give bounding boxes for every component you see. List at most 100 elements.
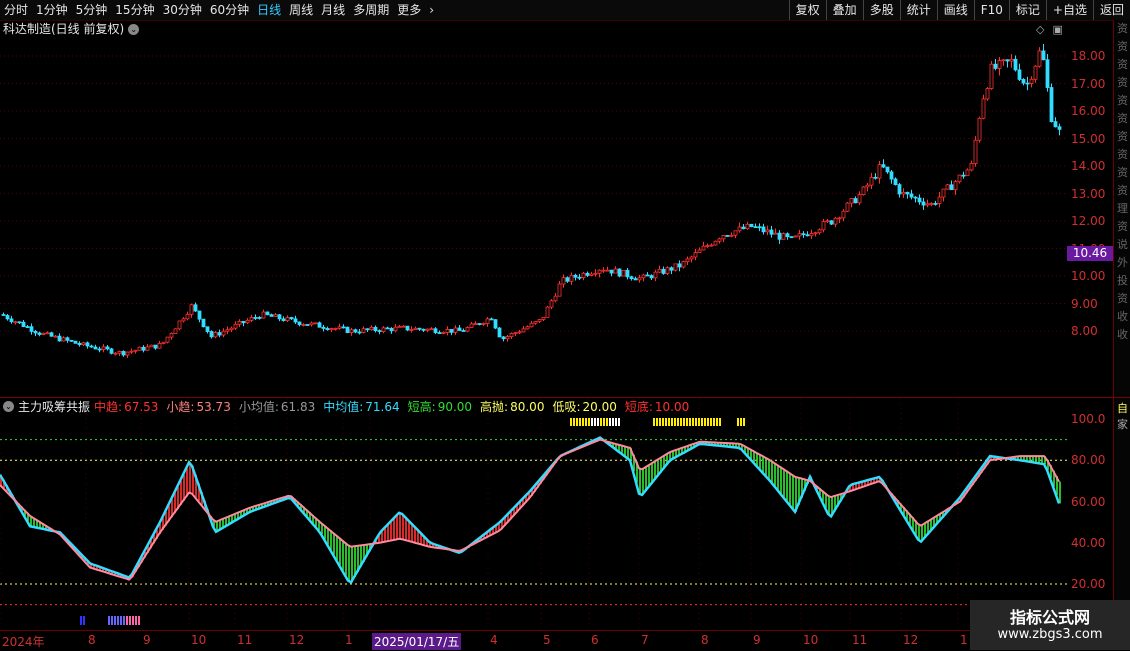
side-panel-tab[interactable]: 收 [1114, 326, 1130, 344]
period-tab[interactable]: 更多 [393, 0, 425, 20]
candle [677, 260, 682, 272]
candle [305, 324, 310, 326]
chevron-down-icon[interactable]: ⌄ [128, 23, 140, 35]
panel-tab[interactable]: 家 [1114, 416, 1130, 432]
candle [457, 324, 462, 331]
toolbar-button[interactable]: 复权 [788, 0, 826, 20]
main-chart-title[interactable]: 科达制造(日线 前复权) ⌄ [3, 21, 140, 37]
candle [413, 326, 418, 330]
candle [913, 196, 918, 203]
candle [993, 58, 998, 71]
candle [225, 326, 230, 335]
period-tab[interactable]: 分时 [0, 0, 32, 20]
toolbar-button[interactable]: 标记 [1008, 0, 1046, 20]
indicator-tick-label: 40.00 [1071, 535, 1106, 550]
period-tab[interactable]: 多周期 [349, 0, 393, 20]
watermark-url: www.zbgs3.com [997, 627, 1103, 642]
candle [1025, 76, 1030, 91]
candle [849, 198, 854, 208]
period-tab[interactable]: 30分钟 [159, 0, 206, 20]
candle [425, 328, 430, 333]
signal-markers [80, 418, 745, 625]
side-panel-tab[interactable]: 资 [1114, 290, 1130, 308]
candle [949, 180, 954, 191]
date-label: 5 [543, 633, 551, 647]
side-panel-tab[interactable]: 收 [1114, 308, 1130, 326]
period-tab[interactable]: 5分钟 [72, 0, 112, 20]
right-side-panel[interactable]: 资资资资资资资资资资理资说外投资收收 [1113, 20, 1130, 398]
toolbar-button[interactable]: +自选 [1045, 0, 1093, 20]
side-panel-tab[interactable]: 资 [1114, 74, 1130, 92]
candle [701, 241, 706, 251]
candle [957, 174, 962, 184]
candle [25, 324, 30, 328]
side-panel-tab[interactable]: 资 [1114, 218, 1130, 236]
side-panel-tab[interactable]: 资 [1114, 56, 1130, 74]
price-tick-label: 18.00 [1071, 49, 1106, 63]
candle [745, 221, 750, 230]
side-panel-tab[interactable]: 资 [1114, 128, 1130, 146]
side-panel-tab[interactable]: 资 [1114, 38, 1130, 56]
side-panel-tab[interactable]: 投 [1114, 272, 1130, 290]
candle [213, 330, 218, 339]
candle [481, 322, 486, 326]
toolbar-button[interactable]: 统计 [899, 0, 937, 20]
period-tab[interactable]: 1分钟 [32, 0, 72, 20]
stock-title: 科达制造(日线 前复权) [3, 22, 125, 36]
candle [1033, 65, 1038, 83]
period-tab[interactable]: 60分钟 [206, 0, 253, 20]
side-panel-tab[interactable]: 说 [1114, 236, 1130, 254]
date-label: 9 [143, 633, 151, 647]
indicator-chart[interactable] [0, 398, 1067, 630]
period-tab[interactable]: 月线 [317, 0, 349, 20]
candle [581, 271, 586, 281]
chevron-right-icon[interactable]: › [425, 0, 438, 20]
candlestick-chart[interactable] [0, 37, 1067, 397]
candle [981, 94, 986, 120]
candle [29, 323, 34, 335]
candle [693, 248, 698, 261]
candle [685, 256, 690, 266]
candle [753, 223, 758, 229]
candle [461, 328, 466, 332]
side-panel-tab[interactable]: 资 [1114, 20, 1130, 38]
candle [1037, 47, 1042, 68]
period-tab[interactable]: 日线 [253, 0, 285, 20]
candle [181, 317, 186, 323]
toolbar-button[interactable]: 多股 [862, 0, 900, 20]
toolbar-button[interactable]: F10 [973, 0, 1009, 20]
side-panel-tab[interactable]: 外 [1114, 254, 1130, 272]
candle [649, 274, 654, 280]
candle [17, 321, 22, 324]
side-panel-tab[interactable]: 理 [1114, 200, 1130, 218]
candle [477, 323, 482, 326]
candle [57, 333, 62, 342]
candle [429, 327, 434, 331]
diamond-icon[interactable]: ◇ [1036, 23, 1044, 36]
candle [417, 327, 422, 331]
side-panel-tab[interactable]: 资 [1114, 146, 1130, 164]
price-tick-label: 8.00 [1071, 324, 1098, 338]
side-panel-tab[interactable]: 资 [1114, 182, 1130, 200]
toolbar-button[interactable]: 叠加 [825, 0, 863, 20]
watermark-title: 指标公式网 [1009, 608, 1090, 627]
toolbar-button[interactable]: 画线 [936, 0, 974, 20]
side-panel-tab[interactable]: 资 [1114, 164, 1130, 182]
trend-bands [0, 437, 1061, 583]
candle [809, 229, 814, 239]
candle [805, 231, 810, 237]
candle [69, 339, 74, 342]
candle [705, 243, 710, 248]
candle [525, 325, 530, 330]
price-tick-label: 16.00 [1071, 104, 1106, 118]
candle [901, 188, 906, 198]
period-tab[interactable]: 周线 [285, 0, 317, 20]
period-tab[interactable]: 15分钟 [111, 0, 158, 20]
side-panel-tab[interactable]: 资 [1114, 92, 1130, 110]
panel-tab[interactable]: 自 [1114, 400, 1130, 416]
toolbar-button[interactable]: 返回 [1092, 0, 1130, 20]
candle [789, 236, 794, 239]
window-icon[interactable]: ▣ [1052, 23, 1062, 36]
candle [281, 316, 286, 322]
side-panel-tab[interactable]: 资 [1114, 110, 1130, 128]
